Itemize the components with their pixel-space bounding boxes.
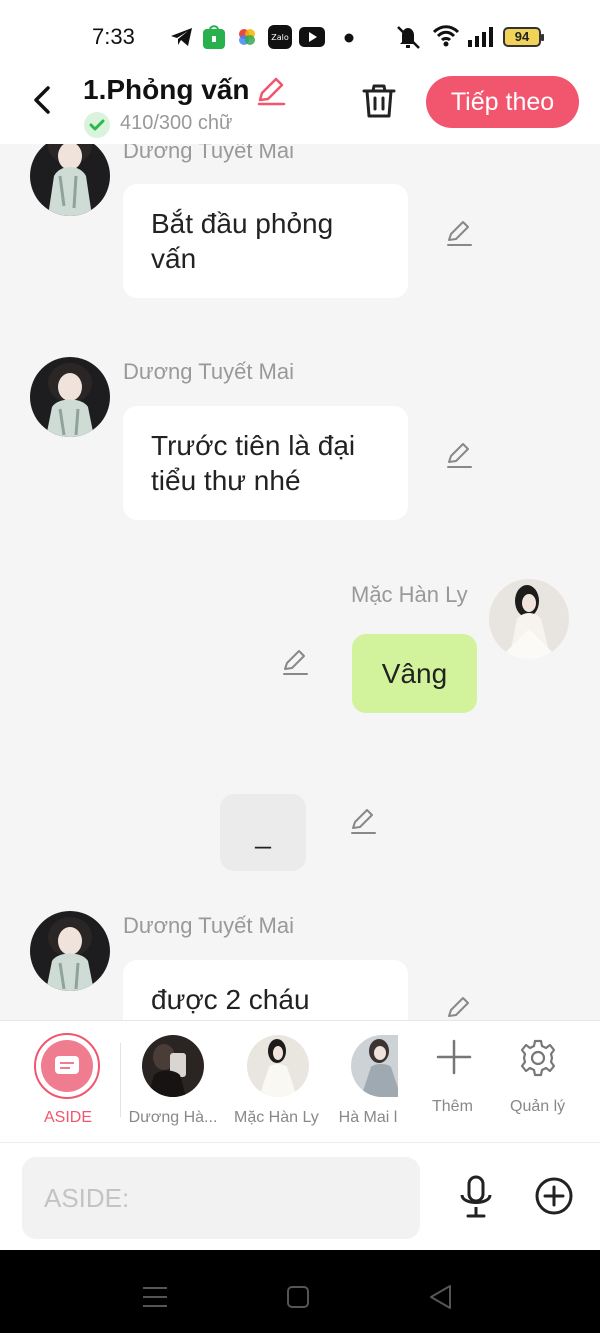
wifi-icon xyxy=(432,25,460,47)
aside-button[interactable] xyxy=(34,1033,100,1099)
chevron-left-icon xyxy=(34,86,50,114)
divider xyxy=(120,1043,121,1117)
aside-bubble xyxy=(41,1040,93,1092)
signal-icon xyxy=(468,27,493,47)
avatar-duong-tuyet-mai[interactable] xyxy=(30,144,110,216)
aside-chat-icon xyxy=(55,1056,79,1074)
check-icon xyxy=(89,119,105,131)
back-nav-icon[interactable] xyxy=(428,1284,454,1310)
input-bar xyxy=(0,1142,600,1250)
sender-name: Dương Tuyết Mai xyxy=(123,359,294,384)
manage-label[interactable]: Quản lý xyxy=(510,1098,565,1116)
character-avatar-mac-han-ly[interactable] xyxy=(247,1035,309,1097)
add-character-label[interactable]: Thêm xyxy=(432,1098,473,1116)
system-nav-bar xyxy=(0,1250,600,1333)
telegram-icon xyxy=(171,28,192,46)
message-input[interactable] xyxy=(22,1157,420,1239)
character-label: Hà Mai l xyxy=(338,1109,398,1126)
avatar-duong-tuyet-mai[interactable] xyxy=(30,911,110,991)
edit-message-icon[interactable] xyxy=(348,806,378,836)
character-label-aside: ASIDE xyxy=(44,1109,93,1126)
character-avatar-duong[interactable] xyxy=(142,1035,204,1097)
status-bar: 7:33 Zalo 94 xyxy=(0,0,600,72)
youtube-icon xyxy=(299,27,325,47)
word-count: 410/300 chữ xyxy=(120,112,233,134)
app-header: 1.Phỏng vấn 410/300 chữ Tiếp theo xyxy=(0,72,600,144)
back-button[interactable] xyxy=(24,80,60,120)
edit-message-icon[interactable] xyxy=(444,994,474,1020)
trash-icon[interactable] xyxy=(360,82,398,120)
edit-message-icon[interactable] xyxy=(280,647,310,677)
sender-name: Mặc Hàn Ly xyxy=(351,582,468,607)
next-button[interactable]: Tiếp theo xyxy=(426,76,579,128)
page-title: 1.Phỏng vấn xyxy=(83,74,250,105)
battery-indicator: 94 xyxy=(503,27,544,47)
edit-message-icon[interactable] xyxy=(444,218,474,248)
check-badge xyxy=(84,112,110,138)
message-bubble-self[interactable]: Vâng xyxy=(352,634,477,713)
character-avatar-ha-mai[interactable] xyxy=(351,1035,398,1097)
dot-icon xyxy=(344,33,354,43)
avatar-duong-tuyet-mai[interactable] xyxy=(30,357,110,437)
message-bubble[interactable]: Bắt đầu phỏng vấn xyxy=(123,184,408,298)
menu-icon[interactable] xyxy=(142,1285,168,1309)
sender-name: Dương Tuyết Mai xyxy=(123,144,294,163)
message-bubble[interactable]: Trước tiên là đại tiểu thư nhé xyxy=(123,406,408,520)
microphone-icon[interactable] xyxy=(458,1175,494,1219)
avatar-mac-han-ly[interactable] xyxy=(489,579,569,659)
chat-area[interactable]: Dương Tuyết Mai Bắt đầu phỏng vấn Dương … xyxy=(0,144,600,1020)
add-circle-icon[interactable] xyxy=(534,1176,574,1216)
character-selector: ASIDE Dương Hà... Mặc Hàn Ly Hà Mai l Th… xyxy=(0,1020,600,1142)
placeholder-bubble[interactable]: _ xyxy=(220,794,306,871)
status-time: 7:33 xyxy=(92,24,135,49)
photos-icon xyxy=(239,29,255,45)
zalo-icon: Zalo xyxy=(268,25,292,49)
edit-message-icon[interactable] xyxy=(444,440,474,470)
shopee-icon xyxy=(203,25,225,49)
mute-icon xyxy=(397,26,420,49)
character-label: Dương Hà... xyxy=(128,1109,218,1126)
gear-icon[interactable] xyxy=(518,1038,558,1078)
message-bubble[interactable]: được 2 cháu xyxy=(123,960,408,1020)
svg-text:Zalo: Zalo xyxy=(271,33,289,42)
plus-icon[interactable] xyxy=(436,1039,472,1075)
edit-title-icon[interactable] xyxy=(254,74,288,108)
home-icon[interactable] xyxy=(286,1285,310,1309)
sender-name: Dương Tuyết Mai xyxy=(123,913,294,938)
character-label: Mặc Hàn Ly xyxy=(234,1109,319,1126)
